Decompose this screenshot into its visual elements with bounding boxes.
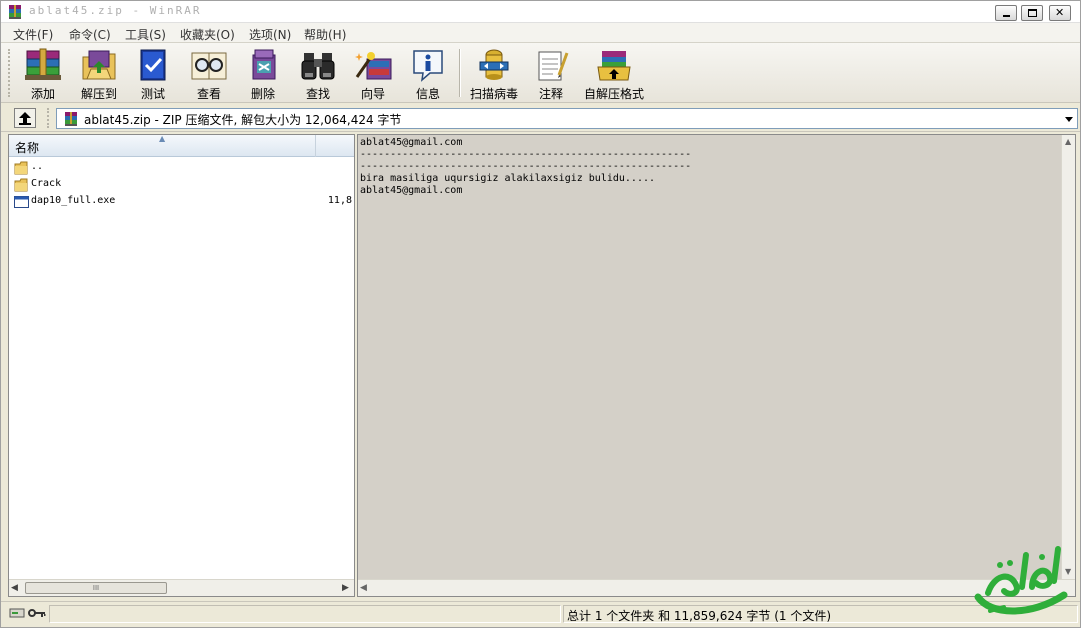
view-label: 查看 [196,87,221,101]
comment-vertical-scrollbar[interactable]: ▲ ▼ [1061,135,1075,579]
menu-options[interactable]: 选项(N) [249,26,291,43]
menu-file[interactable]: 文件(F) [13,26,53,43]
info-label: 信息 [415,87,440,101]
key-icon[interactable] [28,607,46,619]
minimize-icon [1003,15,1010,17]
archive-icon [65,112,77,126]
drive-icon[interactable] [9,607,25,619]
window-title: ablat45.zip - WinRAR [29,4,202,17]
address-grip [47,108,51,128]
scroll-up-icon[interactable]: ▲ [1065,137,1071,146]
comment-line: ablat45@gmail.com [360,185,463,196]
list-header: 名称 ▲ [9,134,354,157]
extract-folder-icon [82,50,116,80]
books-add-icon [25,48,61,80]
test-button[interactable]: 测试 [125,47,181,101]
find-button[interactable]: 查找 [290,47,346,101]
watermark-logo [974,546,1068,615]
comment-text: ablat45@gmail.com -----------------------… [360,137,691,197]
close-button[interactable]: ✕ [1049,5,1071,21]
info-icon [413,50,443,82]
menu-favorites[interactable]: 收藏夹(O) [180,26,235,43]
chevron-down-icon[interactable] [1063,113,1075,125]
column-name-label: 名称 [15,141,40,155]
list-item-parent[interactable]: .. [9,160,354,177]
file-name: Crack [31,178,62,189]
status-cell-left [49,605,561,623]
list-item-file[interactable]: dap10_full.exe 11,8 [9,194,354,211]
test-book-icon [140,49,166,81]
comment-label: 注释 [538,87,563,101]
close-icon: ✕ [1055,6,1065,19]
address-bar: ablat45.zip - ZIP 压缩文件, 解包大小为 12,064,424… [1,104,1080,132]
wizard-button[interactable]: 向导 [345,47,401,101]
list-item-folder[interactable]: Crack [9,177,354,194]
comment-line: bira masiliga uqursigiz alakilaxsigiz bu… [360,173,656,184]
address-field[interactable]: ablat45.zip - ZIP 压缩文件, 解包大小为 12,064,424… [56,108,1078,129]
sfx-box-icon [597,51,631,81]
comment-line: ----------------------------------------… [360,161,692,172]
menu-tools[interactable]: 工具(S) [125,26,166,43]
scroll-thumb[interactable]: III [25,582,167,594]
binoculars-icon [301,53,335,80]
virus-scan-button[interactable]: 扫描病毒 [464,47,524,101]
find-label: 查找 [305,87,330,101]
wizard-icon [355,52,392,80]
scroll-right-icon[interactable]: ▶ [342,583,349,593]
address-path: ablat45.zip - ZIP 压缩文件, 解包大小为 12,064,424… [84,113,402,127]
comment-notepad-icon [538,51,569,81]
file-list-horizontal-scrollbar[interactable]: ◀ III ▶ [9,579,354,596]
delete-book-icon [252,49,276,80]
up-arrow-icon [19,112,31,125]
winrar-app-icon [9,5,21,19]
toolbar: 添加 解压到 测试 查看 删除 查找 向导 信息 扫描病毒 注释 自解压格式 [1,43,1080,103]
sfx-label: 自解压格式 [583,87,644,101]
scroll-left-icon[interactable]: ◀ [11,583,18,593]
column-header-size[interactable] [316,135,354,157]
toolbar-grip[interactable] [8,49,12,97]
comment-button[interactable]: 注释 [523,47,579,101]
virus-scan-label: 扫描病毒 [469,87,518,101]
comment-line: ----------------------------------------… [360,149,692,160]
status-bar: 总计 1 个文件夹 和 11,859,624 字节 (1 个文件) [1,601,1080,625]
virus-scan-icon [479,49,509,80]
info-button[interactable]: 信息 [400,47,456,101]
column-header-name[interactable]: 名称 ▲ [9,134,316,157]
comment-line: ablat45@gmail.com [360,137,463,148]
wizard-label: 向导 [360,87,385,101]
extract-to-button[interactable]: 解压到 [71,47,127,101]
file-name: dap10_full.exe [31,195,116,206]
add-label: 添加 [30,87,55,101]
menu-help[interactable]: 帮助(H) [304,26,346,43]
maximize-icon [1028,9,1037,17]
delete-button[interactable]: 删除 [235,47,291,101]
file-list-panel: 名称 ▲ .. Crack dap10_full.exe 11,8 ◀ III … [8,134,355,597]
extract-to-label: 解压到 [80,87,117,101]
maximize-button[interactable] [1021,5,1043,21]
up-folder-button[interactable] [14,108,36,128]
test-label: 测试 [140,87,165,101]
toolbar-separator [459,49,461,97]
scroll-left-icon[interactable]: ◀ [360,583,367,593]
menu-bar: 文件(F) 命令(C) 工具(S) 收藏夹(O) 选项(N) 帮助(H) [1,23,1080,43]
folder-icon [14,178,28,192]
add-button[interactable]: 添加 [15,47,71,101]
view-button[interactable]: 查看 [181,47,237,101]
menu-commands[interactable]: 命令(C) [69,26,111,43]
sort-ascending-icon: ▲ [159,134,166,143]
folder-up-icon [14,161,28,175]
exe-file-icon [14,196,29,208]
delete-label: 删除 [250,87,275,101]
view-glasses-icon [191,52,227,80]
file-size: 11,8 [327,195,352,206]
archive-comment-panel[interactable]: ablat45@gmail.com -----------------------… [357,134,1076,597]
minimize-button[interactable] [995,5,1017,21]
comment-horizontal-scrollbar[interactable]: ◀ [358,579,1075,596]
file-name: .. [31,161,44,172]
sfx-button[interactable]: 自解压格式 [581,47,647,101]
winrar-window: ablat45.zip - WinRAR ✕ 文件(F) 命令(C) 工具(S)… [0,0,1081,628]
status-summary: 总计 1 个文件夹 和 11,859,624 字节 (1 个文件) [567,609,832,623]
title-bar[interactable]: ablat45.zip - WinRAR ✕ [1,1,1080,23]
